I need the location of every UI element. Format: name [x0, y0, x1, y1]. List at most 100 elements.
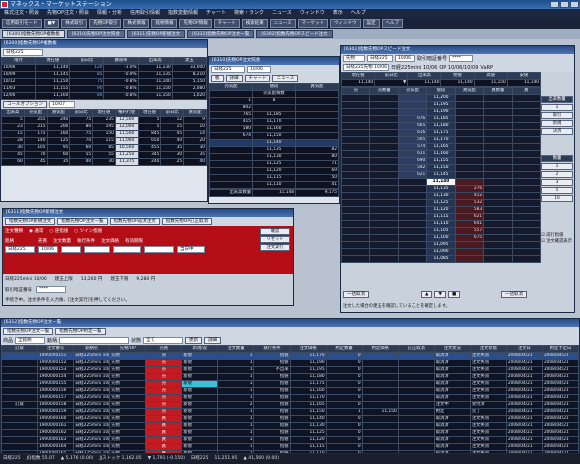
quantity-button[interactable]: 10	[541, 195, 573, 202]
table-row[interactable]: 11,115 50	[209, 174, 339, 182]
table-row[interactable]: 1900000155日経225mini 10/06先物売新規1指値11,1750…	[1, 380, 579, 388]
sell-order-cell[interactable]	[341, 94, 371, 102]
product-select[interactable]: 日経225	[211, 66, 245, 73]
menu-item[interactable]: 表示	[333, 9, 343, 18]
month-select[interactable]: 10/06	[38, 246, 58, 253]
table-row[interactable]: 売気配株数	[209, 90, 339, 98]
toolbar-button[interactable]: ニュース	[269, 19, 296, 28]
table-row[interactable]: 23 215 200 80 195 12,000 5 15 10	[1, 123, 207, 131]
buy-order-cell[interactable]	[511, 213, 542, 221]
table-row[interactable]: 1900000160日経225mini 10/06先物買新規1指値11,1400…	[1, 415, 579, 423]
ladder-row[interactable]: 611 11,160	[341, 150, 542, 158]
sell-order-cell[interactable]	[341, 122, 371, 130]
sell-order-cell[interactable]	[341, 220, 371, 228]
buy-order-cell[interactable]	[511, 129, 542, 137]
sell-order-cell[interactable]	[341, 115, 371, 123]
table-row[interactable]: 580 11,160	[209, 125, 339, 133]
menu-item[interactable]: 情報・分析	[97, 9, 122, 18]
sell-order-cell[interactable]	[341, 164, 371, 172]
option-month-select[interactable]: 10/07	[49, 101, 75, 108]
ladder-row[interactable]: 574 11,165	[341, 143, 542, 151]
table-row[interactable]: 15 175 160 75 150 11,500 845 45 14	[1, 130, 207, 138]
filter-product-select[interactable]: 全銘柄	[15, 337, 46, 344]
sell-order-cell[interactable]	[341, 255, 371, 263]
product-select[interactable]: 先物	[343, 55, 365, 62]
table-row[interactable]: 11,135 82	[209, 146, 339, 154]
order-type-twin-radio[interactable]: ○ ツイン指値	[74, 228, 102, 234]
table-row[interactable]: 45 70 60 55 55 11,250 345 30 35	[1, 151, 207, 159]
filter-symbol-select[interactable]	[59, 337, 130, 344]
ladder-row[interactable]: 11,090	[341, 248, 542, 256]
sell-order-cell[interactable]	[341, 108, 371, 116]
menu-item[interactable]: ウィンドウ	[300, 9, 325, 18]
index-select[interactable]: 日経225	[367, 55, 393, 62]
order-tab[interactable]: 指数先物OP新規注文	[5, 218, 56, 225]
ladder-row[interactable]: 11,195	[341, 101, 542, 109]
sell-order-cell[interactable]	[341, 199, 371, 207]
table-row[interactable]: 1900000153日経225mini 10/06先物売新規1不出来11,195…	[1, 366, 579, 374]
order-tab[interactable]: 指数先物OP返済注文	[109, 218, 160, 225]
buy-order-cell[interactable]	[511, 185, 542, 193]
sell-order-cell[interactable]	[341, 192, 371, 200]
refresh-button[interactable]: 更新	[185, 337, 203, 344]
ladder-row[interactable]: 11,110 641	[341, 220, 542, 228]
buy-order-cell[interactable]	[511, 94, 542, 102]
buy-order-cell[interactable]	[511, 248, 542, 256]
buy-order-cell[interactable]	[511, 136, 542, 144]
sell-order-cell[interactable]	[341, 143, 371, 151]
quantity-button[interactable]: 2	[541, 171, 573, 178]
order-type-normal-radio[interactable]: ◉ 通常	[29, 228, 43, 234]
order-confirm-checkbox[interactable]: ☑ 注文確認表示	[541, 238, 573, 244]
ladder-scroll-button[interactable]: ▲	[421, 291, 433, 298]
table-row[interactable]: 10/09 11,145 85 -0.9% 11,135 8,210	[1, 71, 207, 79]
sell-order-cell[interactable]	[341, 227, 371, 235]
table-row[interactable]: 674 11,150	[209, 132, 339, 140]
table-row[interactable]: 1900000163日経225mini 10/06先物買新規1指値11,1200…	[1, 436, 579, 444]
ladder-row[interactable]: 621 11,145	[341, 171, 542, 179]
buy-order-cell[interactable]	[511, 206, 542, 214]
product-select[interactable]: 日経225	[3, 49, 43, 56]
toolbar-button[interactable]: 銘柄情報	[151, 19, 178, 28]
toolbar-button[interactable]: 設定	[362, 19, 380, 28]
buy-order-cell[interactable]	[511, 171, 542, 179]
table-row[interactable]: 1900000161日経225mini 10/06先物買新規1指値11,1300…	[1, 422, 579, 430]
table-row[interactable]: 765 11,185	[209, 111, 339, 119]
table-row[interactable]: 11,140	[209, 139, 339, 147]
side-select[interactable]	[61, 246, 81, 253]
toolbar-button[interactable]: ウィンドウ	[330, 19, 361, 28]
ladder-row[interactable]: 11,135 276	[341, 185, 542, 193]
sell-order-cell[interactable]	[341, 241, 371, 249]
ladder-row[interactable]: 11,125 532	[341, 199, 542, 207]
buy-order-cell[interactable]	[511, 220, 542, 228]
detail-button[interactable]: 詳細	[204, 337, 222, 344]
table-row[interactable]: 10/06 11,140 120 -1.0% 11,130 33,000	[1, 64, 207, 72]
password-input[interactable]: ****	[449, 55, 474, 62]
window-tab[interactable]: [6310]先物OP注文照会	[66, 30, 125, 38]
filter-status-select[interactable]: 全て	[143, 337, 184, 344]
menu-item[interactable]: ヘルプ	[351, 9, 366, 18]
table-row[interactable]: 1900000156日経225mini 10/06先物売新規1指値11,1600…	[1, 387, 579, 395]
ladder-row[interactable]: 11,100 675	[341, 234, 542, 242]
sell-order-cell[interactable]	[341, 206, 371, 214]
menu-item[interactable]: 指数変動情報	[168, 9, 198, 18]
month-select[interactable]: 10/06	[395, 55, 415, 62]
table-row[interactable]: 11,125 71	[209, 160, 339, 168]
ladder-row[interactable]: 11,200	[341, 94, 542, 102]
side-section-button[interactable]: 取引	[541, 112, 573, 119]
ladder-scroll-button[interactable]: ■	[447, 291, 461, 298]
table-row[interactable]: 1900000152日経225mini 10/06先物売新規1指値11,1900…	[1, 359, 579, 367]
ladder-row[interactable]: 11,115 621	[341, 213, 542, 221]
table-row[interactable]: 5 255 240 75 235 12,500 5 12 9	[1, 116, 207, 124]
table-row[interactable]: 1900000154日経225mini 10/06先物売新規1指値11,1800…	[1, 373, 579, 381]
board-tab[interactable]: 板	[211, 75, 224, 82]
buy-order-cell[interactable]	[511, 199, 542, 207]
table-row[interactable]: 18	[209, 97, 339, 105]
ladder-row[interactable]: 542 11,150	[341, 164, 542, 172]
window-tab[interactable]: [6302]指数先物OPスピード注文	[256, 30, 333, 38]
buy-order-cell[interactable]	[511, 122, 542, 130]
table-row[interactable]: 415 11,170	[209, 118, 339, 126]
board-tab[interactable]: チャート	[244, 75, 271, 82]
minimize-button[interactable]	[550, 1, 559, 8]
buy-order-cell[interactable]	[511, 164, 542, 172]
order-tab[interactable]: 指数先物OP訂正取消	[161, 218, 213, 225]
